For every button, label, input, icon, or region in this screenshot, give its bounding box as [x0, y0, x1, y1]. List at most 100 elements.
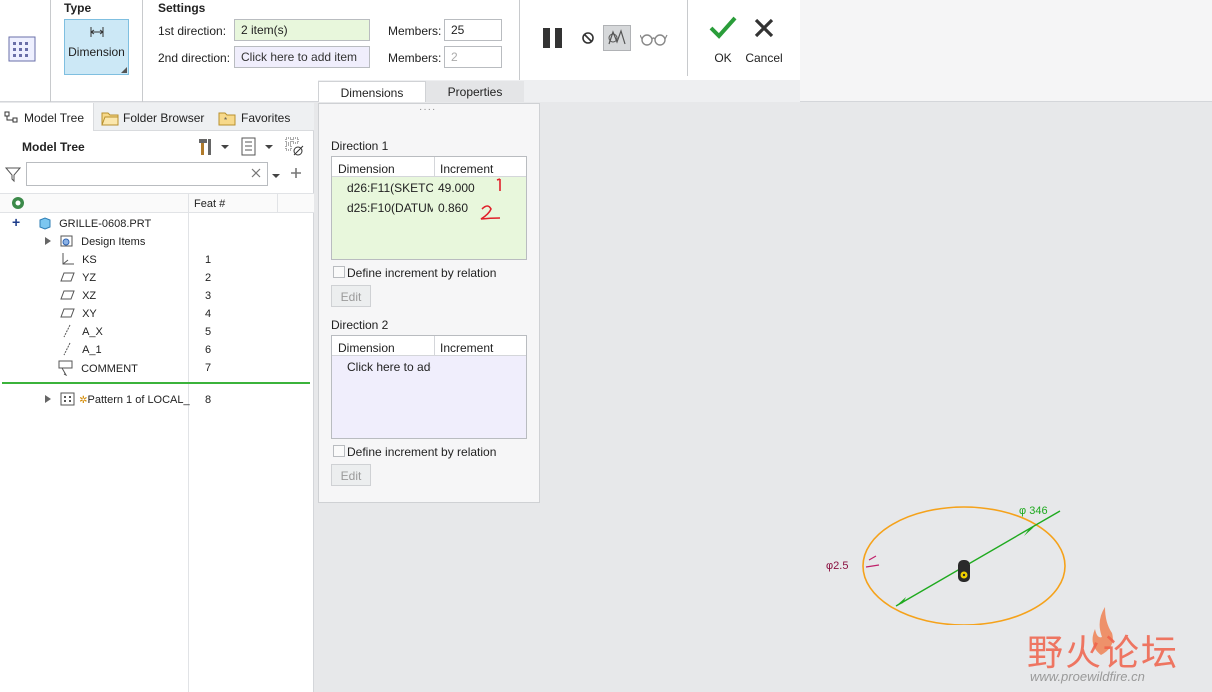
second-members-label: Members: — [388, 51, 442, 65]
tab-properties[interactable]: Properties — [426, 81, 524, 102]
large-diameter-dimension[interactable]: φ 346 — [1019, 505, 1048, 517]
glasses-icon[interactable] — [639, 30, 668, 48]
expand-arrow-icon[interactable] — [44, 236, 52, 246]
tree-item-label: A_1 — [82, 344, 102, 356]
tree-row-part[interactable]: GRILLE-0608.PRT — [38, 216, 151, 234]
small-dimension-leader[interactable] — [865, 555, 880, 568]
annotation-icon — [58, 360, 73, 377]
feat-number: 8 — [205, 394, 212, 406]
feat-number: 6 — [205, 344, 212, 356]
dimension-type-button[interactable]: Dimension — [64, 19, 129, 75]
tab-folder-browser[interactable]: Folder Browser — [97, 103, 211, 131]
tree-item-label: XY — [82, 308, 97, 320]
define-increment-checkbox[interactable] — [333, 266, 345, 278]
insert-here-marker[interactable] — [2, 382, 310, 384]
edit-button[interactable]: Edit — [331, 285, 371, 307]
feat-number: 4 — [205, 308, 212, 320]
second-members-input[interactable]: 2 — [444, 46, 502, 68]
increment-cell[interactable]: 49.000 — [438, 181, 475, 195]
tree-row-pattern[interactable]: ✲Pattern 1 of LOCAL_ — [44, 392, 190, 410]
settings-tools-icon[interactable] — [195, 136, 217, 158]
design-items-icon — [60, 235, 73, 247]
graphics-viewport-geometry[interactable] — [820, 500, 1080, 625]
clear-search-icon[interactable] — [250, 167, 262, 179]
expand-corner-icon — [121, 67, 127, 73]
second-direction-label: 2nd direction: — [158, 51, 231, 65]
second-direction-collector[interactable]: Click here to add item — [234, 46, 370, 68]
feat-number-header[interactable]: Feat # — [194, 198, 225, 210]
center-feature[interactable] — [958, 560, 970, 582]
ok-button[interactable]: OK — [706, 16, 740, 65]
tab-favorites[interactable]: * Favorites — [216, 103, 312, 131]
small-diameter-dimension[interactable]: φ2.5 — [826, 560, 848, 572]
panel-grip-icon[interactable]: ···· — [419, 104, 436, 115]
svg-text:*: * — [224, 116, 227, 125]
ribbon-separator — [519, 0, 520, 80]
verify-preview-icon[interactable] — [603, 25, 631, 51]
expand-arrow-icon[interactable] — [44, 394, 52, 404]
chevron-down-icon[interactable] — [271, 170, 281, 180]
tree-row-design-items[interactable]: Design Items — [44, 234, 145, 252]
type-group-header: Type — [64, 1, 92, 15]
add-filter-icon[interactable] — [290, 167, 302, 179]
tree-row-a-1[interactable]: A_1 — [60, 342, 102, 360]
tree-item-label: XZ — [82, 290, 97, 302]
first-direction-label: 1st direction: — [158, 24, 227, 38]
tree-item-label: Design Items — [81, 236, 146, 248]
tree-item-label: KS — [82, 254, 97, 266]
diameter-dimension-line[interactable] — [895, 510, 1061, 607]
edit-button[interactable]: Edit — [331, 464, 371, 486]
tree-search-input[interactable] — [26, 162, 268, 186]
column-divider — [434, 336, 435, 356]
coordinate-system-icon — [62, 253, 74, 265]
tab-dimensions[interactable]: Dimensions — [318, 81, 426, 102]
close-icon — [754, 18, 774, 38]
datum-plane-icon — [60, 290, 75, 300]
first-direction-collector[interactable]: 2 item(s) — [234, 19, 370, 41]
increment-cell[interactable]: 0.860 — [438, 201, 468, 215]
ribbon-separator — [142, 0, 143, 102]
tree-row-comment[interactable]: COMMENT — [58, 360, 138, 378]
handwritten-mark-1 — [496, 178, 501, 191]
feat-number: 5 — [205, 326, 212, 338]
add-item-icon[interactable]: + — [12, 214, 20, 230]
ok-label: OK — [714, 51, 732, 65]
tab-model-tree[interactable]: Model Tree — [0, 103, 94, 131]
first-members-label: Members: — [388, 24, 442, 38]
cancel-button[interactable]: Cancel — [744, 16, 784, 65]
first-members-input[interactable]: 25 — [444, 19, 502, 41]
dimension-icon — [90, 27, 104, 37]
feat-number: 2 — [205, 272, 212, 284]
datum-plane-icon — [60, 308, 75, 318]
chevron-down-icon[interactable] — [220, 140, 230, 150]
pause-icon[interactable] — [541, 26, 567, 50]
dimension-cell: d25:F10(DATUM — [347, 201, 433, 215]
increment-column-header: Increment — [440, 162, 494, 176]
dimension-column-header: Dimension — [338, 162, 395, 176]
tree-row-xz[interactable]: XZ — [60, 288, 96, 306]
tree-row-xy[interactable]: XY — [60, 306, 97, 324]
define-increment-checkbox[interactable] — [333, 445, 345, 457]
model-tree-tab-label: Model Tree — [24, 111, 85, 125]
tree-item-label: GRILLE-0608.PRT — [59, 218, 152, 230]
direction-2-placeholder[interactable]: Click here to add item — [347, 360, 431, 374]
dimension-type-label: Dimension — [68, 45, 125, 59]
tree-columns-icon[interactable] — [284, 136, 306, 158]
ribbon-separator — [687, 0, 688, 76]
tree-item-label: YZ — [82, 272, 97, 284]
filter-icon[interactable] — [4, 165, 22, 183]
tree-row-yz[interactable]: YZ — [60, 270, 96, 288]
dimension-cell: d26:F11(SKETCH — [347, 181, 433, 195]
model-tree-title: Model Tree — [22, 140, 85, 154]
folder-icon — [101, 112, 119, 126]
favorites-folder-icon: * — [218, 112, 236, 126]
tree-row-a-x[interactable]: A_X — [60, 324, 103, 342]
show-menu-icon[interactable] — [239, 136, 259, 158]
no-preview-icon[interactable] — [580, 30, 596, 46]
tree-row-ks[interactable]: KS — [60, 252, 97, 270]
model-tree-icon — [4, 111, 18, 123]
cancel-label: Cancel — [745, 51, 783, 65]
settings-group-header: Settings — [158, 1, 206, 15]
chevron-down-icon[interactable] — [264, 140, 274, 150]
define-increment-label: Define increment by relation — [347, 445, 497, 459]
